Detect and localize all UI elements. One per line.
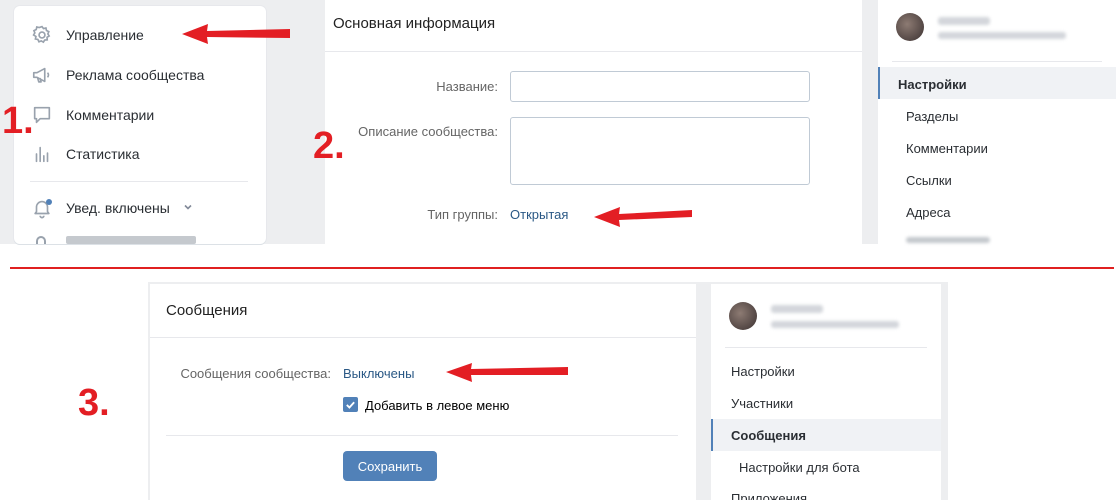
step-label-3: 3.: [78, 382, 110, 424]
description-label: Описание сообщества:: [358, 124, 498, 139]
nav-item-settings[interactable]: Настройки: [731, 364, 795, 379]
name-input[interactable]: [510, 71, 810, 102]
arrow-to-messages-value: [446, 363, 568, 382]
step-label-1: 1.: [2, 100, 34, 142]
save-button[interactable]: Сохранить: [343, 451, 437, 481]
nav-item-comments[interactable]: Комментарии: [906, 141, 988, 156]
nav-item-settings[interactable]: Настройки: [898, 77, 967, 92]
nav-item-bot-settings[interactable]: Настройки для бота: [739, 460, 860, 475]
group-type-label: Тип группы:: [427, 207, 498, 222]
messages-card: Сообщения Сообщения сообщества: Выключен…: [150, 284, 696, 500]
stage: Управление Реклама сообщества Комментари…: [0, 0, 1116, 500]
form-divider: [166, 435, 678, 436]
section-divider: [10, 267, 1114, 269]
blurred-subtitle: [938, 32, 1066, 39]
community-messages-label: Сообщения сообщества:: [180, 366, 331, 381]
notification-dot: [46, 199, 52, 205]
blurred-name: [938, 17, 990, 25]
step-label-2: 2.: [313, 125, 345, 167]
cut-off-menu-item: [66, 236, 196, 244]
menu-item-ads[interactable]: Реклама сообщества: [14, 55, 266, 95]
blurred-name: [771, 305, 823, 313]
card-header: Сообщения: [150, 284, 696, 338]
nav-item-sections[interactable]: Разделы: [906, 109, 958, 124]
community-messages-value[interactable]: Выключены: [343, 366, 414, 381]
chevron-down-icon: [182, 200, 194, 218]
blurred-subtitle: [771, 321, 899, 328]
megaphone-icon: [30, 63, 54, 87]
active-item-indicator: [878, 67, 880, 99]
card-title: Сообщения: [166, 302, 248, 319]
card-header: Основная информация: [325, 0, 862, 52]
cut-off-nav-item: [906, 237, 990, 243]
nav-item-members[interactable]: Участники: [731, 396, 793, 411]
name-label: Название:: [436, 79, 498, 94]
nav-item-messages[interactable]: Сообщения: [731, 428, 806, 443]
menu-item-label: Реклама сообщества: [66, 67, 205, 83]
nav-item-apps[interactable]: Приложения: [731, 491, 807, 500]
arrow-to-manage: [182, 24, 290, 44]
menu-item-statistics[interactable]: Статистика: [14, 134, 266, 174]
cut-off-icon: [36, 236, 46, 244]
nav-divider: [892, 61, 1102, 62]
stats-icon: [30, 142, 54, 166]
gear-icon: [30, 23, 54, 47]
menu-item-comments[interactable]: Комментарии: [14, 95, 266, 135]
menu-divider: [30, 181, 248, 182]
add-to-left-menu-checkbox[interactable]: [343, 397, 358, 412]
notifications-label: Увед. включены: [66, 200, 170, 216]
avatar: [896, 13, 924, 41]
settings-nav: Настройки Разделы Комментарии Ссылки Адр…: [878, 0, 1116, 244]
add-to-left-menu-label[interactable]: Добавить в левое меню: [365, 398, 509, 413]
description-textarea[interactable]: [510, 117, 810, 185]
nav-item-links[interactable]: Ссылки: [906, 173, 952, 188]
checkmark-icon: [346, 401, 355, 409]
nav-divider: [725, 347, 927, 348]
menu-item-label: Комментарии: [66, 107, 155, 123]
notifications-toggle[interactable]: Увед. включены: [14, 188, 266, 228]
active-item-indicator: [711, 419, 713, 451]
avatar: [729, 302, 757, 330]
group-type-value[interactable]: Открытая: [510, 207, 568, 222]
nav-item-addresses[interactable]: Адреса: [906, 205, 950, 220]
card-title: Основная информация: [333, 15, 496, 32]
menu-item-label: Статистика: [66, 146, 140, 162]
settings-nav-2: Настройки Участники Сообщения Настройки …: [711, 284, 941, 500]
menu-item-label: Управление: [66, 27, 144, 43]
arrow-to-group-type: [594, 207, 692, 227]
